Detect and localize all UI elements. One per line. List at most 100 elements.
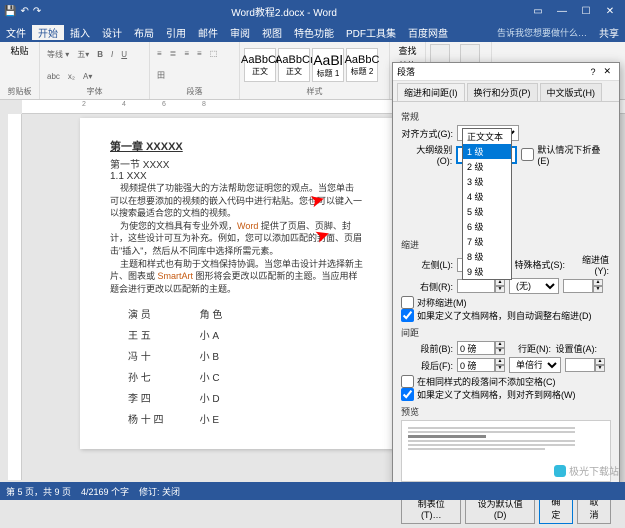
save-icon[interactable]: 💾 [4,6,16,17]
word-count[interactable]: 4/2169 个字 [81,485,129,498]
strike-button[interactable]: abc [44,70,63,83]
tab-layout[interactable]: 布局 [128,25,160,40]
paste-button[interactable]: 粘贴 [10,44,28,57]
page-status[interactable]: 第 5 页，共 9 页 [6,485,71,498]
table-row: 孙 七小 C [110,366,240,387]
align-center-button[interactable]: ≡ [194,47,205,60]
undo-icon[interactable]: ↶ [20,6,28,17]
dialog-tab-asian[interactable]: 中文版式(H) [540,83,603,101]
actors-table: 演 员角 色 王 五小 A 冯 十小 B 孙 七小 C 李 四小 D 杨 十 四… [110,303,240,429]
tab-home[interactable]: 开始 [32,25,64,40]
bold-button[interactable]: B [94,48,106,61]
tell-me-input[interactable]: 告诉我您想要做什么… [491,26,593,39]
dialog-help-icon[interactable]: ? [586,67,599,77]
dialog-close-icon[interactable]: ✕ [599,66,615,77]
right-indent-label: 右侧(R): [401,280,453,293]
tab-special[interactable]: 特色功能 [288,25,340,40]
numbering-button[interactable]: ≣ [167,47,180,60]
style-body[interactable]: AaBbCı正文 [278,48,310,82]
dialog-title: 段落 [397,65,586,78]
spin-up-icon[interactable]: ▲ [595,358,605,365]
section-spacing: 间距 [401,326,611,339]
tab-mailings[interactable]: 邮件 [192,25,224,40]
spin-down-icon[interactable]: ▼ [595,365,605,372]
level-option[interactable]: 正文文本 [463,129,511,144]
table-row: 杨 十 四小 E [110,408,240,429]
no-space-checkbox[interactable] [401,375,414,388]
close-icon[interactable]: ✕ [599,6,621,17]
spin-down-icon[interactable]: ▼ [495,348,505,355]
borders-button[interactable]: 田 [154,68,168,83]
dialog-tab-indent[interactable]: 缩进和间距(I) [397,83,465,101]
language-status[interactable]: 修订: 关闭 [139,485,180,498]
mirror-indent-checkbox[interactable] [401,296,414,309]
level-option[interactable]: 3 级 [463,174,511,189]
tab-baidu[interactable]: 百度网盘 [402,25,454,40]
table-row: 冯 十小 B [110,345,240,366]
spin-up-icon[interactable]: ▲ [495,358,505,365]
style-h1[interactable]: AaBl标题 1 [312,48,344,82]
minimize-icon[interactable]: — [551,6,573,17]
special-indent-select[interactable]: (无) [509,278,559,294]
tab-view[interactable]: 视图 [256,25,288,40]
section-general: 常规 [401,110,611,123]
font-family-select[interactable]: 等线 ▾ [44,47,72,62]
tab-design[interactable]: 设计 [96,25,128,40]
vertical-ruler[interactable] [8,114,22,480]
level-option[interactable]: 2 级 [463,159,511,174]
spin-up-icon[interactable]: ▲ [495,279,505,286]
styles-gallery[interactable]: AaBbCı正文 AaBbCı正文 AaBl标题 1 AaBbC标题 2 [244,44,385,86]
style-h2[interactable]: AaBbC标题 2 [346,48,378,82]
maximize-icon[interactable]: ☐ [575,6,597,17]
by-value-input[interactable] [563,279,593,293]
ribbon-options-icon[interactable]: ▭ [527,6,549,17]
highlight-button[interactable]: x₂ [65,70,78,83]
tab-review[interactable]: 审阅 [224,25,256,40]
level-option[interactable]: 7 级 [463,234,511,249]
style-normal[interactable]: AaBbCı正文 [244,48,276,82]
group-label-font: 字体 [44,86,145,97]
watermark-logo-icon [554,465,566,477]
ribbon-tabs: 文件 开始 插入 设计 布局 引用 邮件 审阅 视图 特色功能 PDF工具集 百… [0,22,625,42]
font-size-select[interactable]: 五▾ [74,47,92,62]
group-label-clipboard: 剪贴板 [4,86,35,97]
tab-file[interactable]: 文件 [0,25,32,40]
right-indent-input[interactable] [457,279,495,293]
find-button[interactable]: 查找 [398,44,416,57]
underline-button[interactable]: U [118,48,130,61]
linespace-label: 行距(N): [509,342,551,355]
tab-pdf[interactable]: PDF工具集 [340,25,402,40]
linespace-select[interactable]: 单倍行距 [509,357,561,373]
spin-down-icon[interactable]: ▼ [495,365,505,372]
spin-down-icon[interactable]: ▼ [593,286,603,293]
italic-button[interactable]: I [108,48,116,61]
before-label: 段前(B): [401,342,453,355]
tab-insert[interactable]: 插入 [64,25,96,40]
align-left-button[interactable]: ≡ [181,47,192,60]
after-input[interactable] [457,358,495,372]
collapse-checkbox[interactable] [521,148,534,161]
at-value-input[interactable] [565,358,595,372]
spin-up-icon[interactable]: ▲ [495,341,505,348]
share-button[interactable]: 共享 [593,25,625,40]
font-color-button[interactable]: A▾ [80,70,95,83]
table-header: 演 员角 色 [110,303,240,324]
dialog-tab-linebreak[interactable]: 换行和分页(P) [467,83,538,101]
level-option[interactable]: 6 级 [463,219,511,234]
redo-icon[interactable]: ↷ [33,6,41,17]
paragraph-dialog: 段落 ? ✕ 缩进和间距(I) 换行和分页(P) 中文版式(H) 常规 对齐方式… [392,62,620,487]
tab-references[interactable]: 引用 [160,25,192,40]
spin-up-icon[interactable]: ▲ [593,279,603,286]
level-option[interactable]: 1 级 [463,144,511,159]
bullets-button[interactable]: ≡ [154,47,165,60]
left-indent-label: 左侧(L): [401,258,453,271]
before-input[interactable] [457,341,495,355]
level-option[interactable]: 8 级 [463,249,511,264]
level-option[interactable]: 9 级 [463,264,511,279]
shading-button[interactable]: ⬚ [207,47,221,60]
level-option[interactable]: 4 级 [463,189,511,204]
auto-adjust-checkbox[interactable] [401,309,414,322]
snap-grid-checkbox[interactable] [401,388,414,401]
spin-down-icon[interactable]: ▼ [495,286,505,293]
level-option[interactable]: 5 级 [463,204,511,219]
